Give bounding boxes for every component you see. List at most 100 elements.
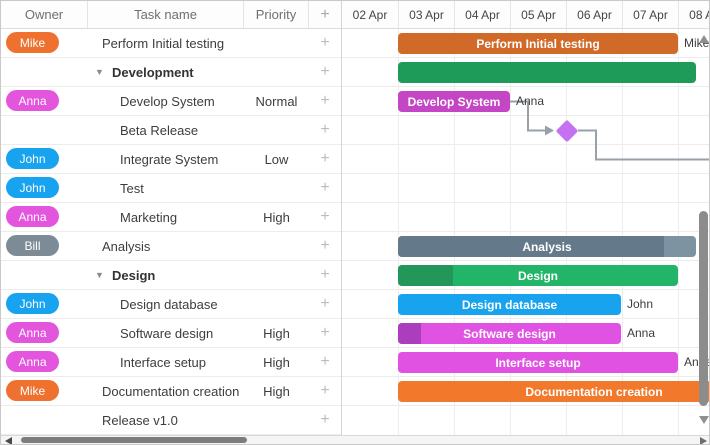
grid-row-perform-initial-testing[interactable]: Mike Perform Initial testing + [1,29,341,58]
add-task-button[interactable]: + [309,290,341,318]
task-bar-label: Develop System [407,94,501,109]
scroll-up-arrow-icon[interactable] [699,35,709,43]
owner-badge: Anna [6,90,59,111]
timeline-row-border [342,347,709,348]
grid-row-software-design[interactable]: Anna Software design High + [1,319,341,348]
grid-row-integrate-system[interactable]: John Integrate System Low + [1,145,341,174]
task-bar-label: Perform Initial testing [476,36,600,51]
add-task-button[interactable]: + [309,58,341,86]
task-bar-development[interactable] [398,62,696,83]
priority-cell: High [263,209,290,225]
grid-header-owner: Owner [1,1,88,28]
timeline-row-border [342,57,709,58]
owner-badge: John [6,293,59,314]
timeline-row-border [342,115,709,116]
task-bar-design-database[interactable]: Design database [398,294,621,315]
grid-row-release-v1-0[interactable]: Release v1.0 + [1,406,341,435]
resource-label: John [627,297,654,311]
grid-row-marketing[interactable]: Anna Marketing High + [1,203,341,232]
dependency-arrow-icon [545,125,554,136]
resource-label: Anna [627,326,656,340]
task-bar-develop-system[interactable]: Develop System [398,91,510,112]
task-bar-perform-initial-testing[interactable]: Perform Initial testing [398,33,678,54]
task-name-label: Documentation creation [102,383,240,399]
timeline-gridline [678,29,679,435]
timeline-row-border [342,231,709,232]
task-name-cell: ▼ Design [88,261,251,289]
add-task-button[interactable]: + [309,116,341,144]
task-name-label: Analysis [102,238,151,254]
task-bar-label: Interface setup [495,355,581,370]
task-name-label: Test [120,180,144,196]
task-bar-interface-setup[interactable]: Interface setup [398,352,678,373]
add-task-button[interactable]: + [309,145,341,173]
timeline-date-label: 03 Apr [398,1,454,28]
priority-cell: High [263,354,290,370]
timeline-row-border [342,318,709,319]
task-bar-label: Design [517,268,558,283]
add-task-button[interactable]: + [309,174,341,202]
task-name-label: Design database [120,296,218,312]
grid-row-test[interactable]: John Test + [1,174,341,203]
grid-row-analysis[interactable]: Bill Analysis + [1,232,341,261]
task-bar-documentation-creation[interactable]: Documentation creation [398,381,709,402]
timeline-pane: 02 Apr 03 Apr04 Apr05 Apr06 Apr07 Apr08 A… [342,1,709,435]
timeline-header: 02 Apr 03 Apr04 Apr05 Apr06 Apr07 Apr08 A… [342,1,709,29]
grid-row-documentation-creation[interactable]: Mike Documentation creation High + [1,377,341,406]
timeline-date-label: 08 Apr [678,1,709,28]
grid-row-design-database[interactable]: John Design database + [1,290,341,319]
add-task-button[interactable]: + [309,319,341,347]
task-name-label: Marketing [120,209,178,225]
grid-header-priority: Priority [244,1,309,28]
grid-row-design[interactable]: ▼ Design + [1,261,341,290]
add-task-button[interactable]: + [309,406,341,434]
task-bar-software-design[interactable]: Software design [398,323,621,344]
grid-row-development[interactable]: ▼ Development + [1,58,341,87]
task-name-cell: Beta Release [88,116,276,144]
grid-header: Owner Task name Priority + [1,1,341,29]
priority-cell: Normal [255,93,298,109]
timeline-gridline [566,29,567,435]
owner-badge: Anna [6,322,59,343]
collapse-arrow-icon[interactable]: ▼ [95,67,106,77]
vertical-scrollbar-thumb[interactable] [699,211,708,406]
add-task-button[interactable]: + [309,377,341,405]
add-task-button[interactable]: + [309,261,341,289]
timeline-row-border [342,405,709,406]
add-column-button[interactable]: + [309,1,341,28]
task-name-cell: Documentation creation [88,377,258,405]
task-bar-design[interactable]: Design [398,265,678,286]
add-task-button[interactable]: + [309,87,341,115]
add-task-button[interactable]: + [309,232,341,260]
task-bar-analysis[interactable]: Analysis [398,236,696,257]
priority-cell: Low [264,151,289,167]
resource-label: Anna [516,94,545,108]
scroll-down-arrow-icon[interactable] [699,416,709,424]
timeline-row-border [342,173,709,174]
task-bar-label: Software design [463,326,556,341]
task-name-label: Design [112,267,156,283]
add-task-button[interactable]: + [309,203,341,231]
owner-badge: John [6,148,59,169]
task-name-cell: ▼ Development [88,58,251,86]
task-bar-label: Analysis [522,239,572,254]
grid-pane: Owner Task name Priority + Mike Perform I… [1,1,342,435]
timeline-row-border [342,144,709,145]
task-name-cell: Release v1.0 [88,406,258,434]
task-name-label: Develop System [120,93,215,109]
grid-header-task: Task name [88,1,244,28]
add-task-button[interactable]: + [309,29,341,57]
grid-row-interface-setup[interactable]: Anna Interface setup High + [1,348,341,377]
grid-row-develop-system[interactable]: Anna Develop System Normal + [1,87,341,116]
timeline-gridline [510,29,511,435]
milestone-beta-release[interactable] [555,119,579,142]
task-name-cell: Perform Initial testing [88,29,258,57]
collapse-arrow-icon[interactable]: ▼ [95,270,106,280]
owner-badge: Mike [6,32,59,53]
scroll-right-arrow-icon[interactable] [700,437,707,444]
grid-row-beta-release[interactable]: Beta Release + [1,116,341,145]
add-task-button[interactable]: + [309,348,341,376]
timeline-gridline [398,29,399,435]
horizontal-scrollbar-thumb[interactable] [21,437,247,443]
scroll-left-arrow-icon[interactable] [5,437,12,444]
